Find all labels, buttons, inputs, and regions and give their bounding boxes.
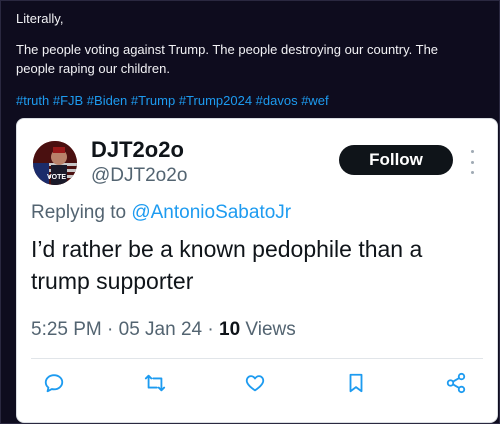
post-text-body: The people voting against Trump. The peo…	[16, 42, 439, 76]
replying-to-prefix: Replying to	[31, 202, 132, 223]
more-options-icon[interactable]	[466, 150, 478, 174]
like-icon[interactable]	[244, 372, 266, 394]
bookmark-icon[interactable]	[345, 372, 367, 394]
views-count: 10	[219, 319, 241, 340]
reply-icon[interactable]	[43, 372, 65, 394]
replying-to-mention[interactable]: @AntonioSabatoJr	[131, 202, 291, 223]
post-text-intro: Literally,	[16, 11, 64, 26]
svg-text:VOTE: VOTE	[47, 174, 66, 181]
divider	[31, 358, 483, 359]
tweet-meta: 5:25 PM · 05 Jan 24 · 10 Views	[31, 319, 296, 341]
share-icon[interactable]	[445, 372, 467, 394]
post-hashtags[interactable]: #truth #FJB #Biden #Trump #Trump2024 #da…	[16, 91, 329, 110]
retweet-icon[interactable]	[144, 372, 166, 394]
tweet-timestamp[interactable]: 5:25 PM · 05 Jan 24 ·	[31, 319, 219, 340]
display-name[interactable]: DJT2o2o	[91, 137, 184, 163]
user-handle[interactable]: @DJT2o2o	[91, 165, 187, 187]
embedded-tweet-card[interactable]: VOTE DJT2o2o @DJT2o2o Follow Replying to…	[16, 118, 498, 423]
follow-button[interactable]: Follow	[339, 145, 453, 175]
tweet-body: I’d rather be a known pedophile than a t…	[31, 236, 423, 294]
tweet-actions	[43, 370, 467, 396]
replying-to-line: Replying to @AntonioSabatoJr	[31, 202, 291, 224]
avatar[interactable]: VOTE	[33, 141, 77, 185]
views-label: Views	[240, 319, 296, 340]
